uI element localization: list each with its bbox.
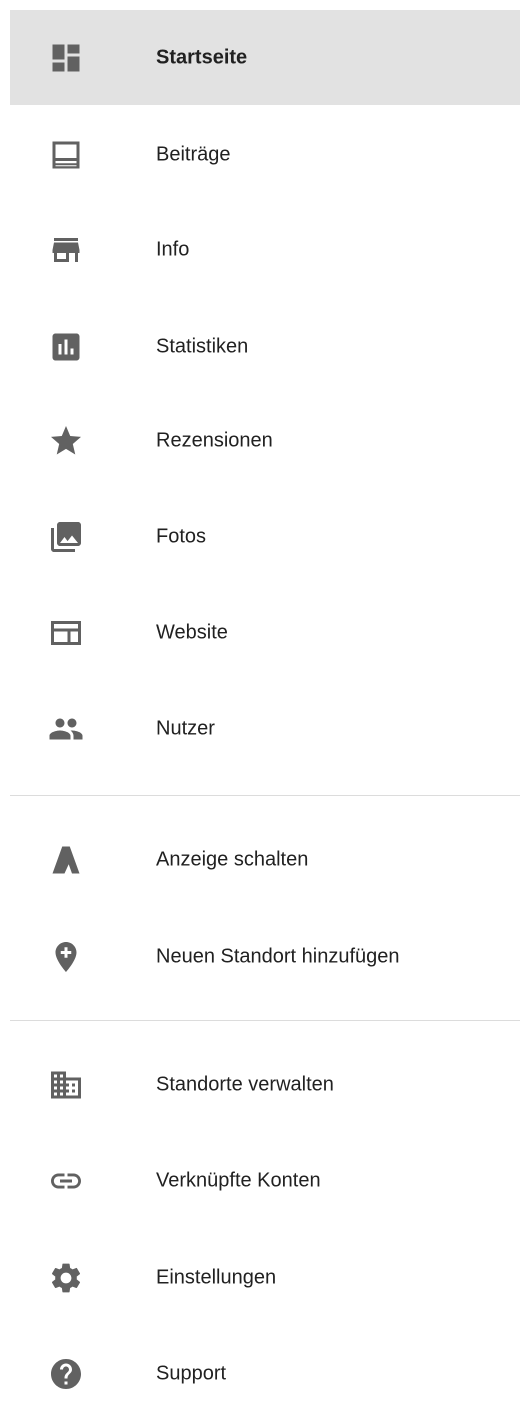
sidebar-item-label: Anzeige schalten [156, 848, 309, 870]
sidebar-item-label: Neuen Standort hinzufügen [156, 945, 400, 967]
business-icon [48, 1067, 84, 1103]
storefront-icon [48, 232, 84, 268]
help-icon [48, 1356, 84, 1392]
sidebar-item-rezensionen[interactable]: Rezensionen [10, 393, 520, 488]
photo-library-icon [48, 519, 84, 555]
sidebar-item-label: Einstellungen [156, 1266, 277, 1288]
sidebar-item-label: Fotos [156, 525, 207, 547]
sidebar-item-neuen-standort[interactable]: Neuen Standort hinzufügen [10, 909, 520, 1004]
sidebar-item-label: Support [156, 1362, 227, 1384]
website-icon [48, 615, 84, 651]
sidebar-item-anzeige-schalten[interactable]: Anzeige schalten [10, 812, 520, 907]
sidebar-item-label: Info [156, 238, 190, 260]
sidebar-item-beitraege[interactable]: Beiträge [10, 107, 520, 202]
sidebar-item-einstellungen[interactable]: Einstellungen [10, 1230, 520, 1325]
people-icon [48, 711, 84, 747]
sidebar-item-startseite[interactable]: Startseite [10, 10, 520, 105]
dashboard-icon [48, 40, 84, 76]
sidebar-item-label: Rezensionen [156, 429, 273, 451]
link-icon [48, 1163, 84, 1199]
sidebar-item-support[interactable]: Support [10, 1326, 520, 1421]
section-divider [10, 795, 520, 796]
add-location-icon [48, 939, 84, 975]
sidebar-item-label: Standorte verwalten [156, 1073, 334, 1095]
sidebar-item-label: Nutzer [156, 717, 215, 739]
sidebar-item-website[interactable]: Website [10, 585, 520, 680]
sidebar-item-info[interactable]: Info [10, 202, 520, 297]
sidebar-item-standorte-verwalten[interactable]: Standorte verwalten [10, 1037, 520, 1132]
insights-icon [48, 329, 84, 365]
sidebar-item-fotos[interactable]: Fotos [10, 489, 520, 584]
sidebar-item-nutzer[interactable]: Nutzer [10, 681, 520, 776]
sidebar-item-statistiken[interactable]: Statistiken [10, 299, 520, 394]
sidebar-item-verknuepfte-konten[interactable]: Verknüpfte Konten [10, 1133, 520, 1228]
sidebar-nav: Startseite Beiträge Info Statistiken Rez… [0, 0, 520, 1389]
sidebar-item-label: Verknüpfte Konten [156, 1169, 321, 1191]
sidebar-item-label: Statistiken [156, 335, 249, 357]
sidebar-item-label: Beiträge [156, 143, 231, 165]
star-icon [48, 423, 84, 459]
posts-icon [48, 137, 84, 173]
sidebar-item-label: Website [156, 621, 228, 643]
sidebar-item-label: Startseite [156, 46, 248, 68]
section-divider [10, 1020, 520, 1021]
gear-icon [48, 1260, 84, 1296]
google-ads-icon [48, 842, 84, 878]
